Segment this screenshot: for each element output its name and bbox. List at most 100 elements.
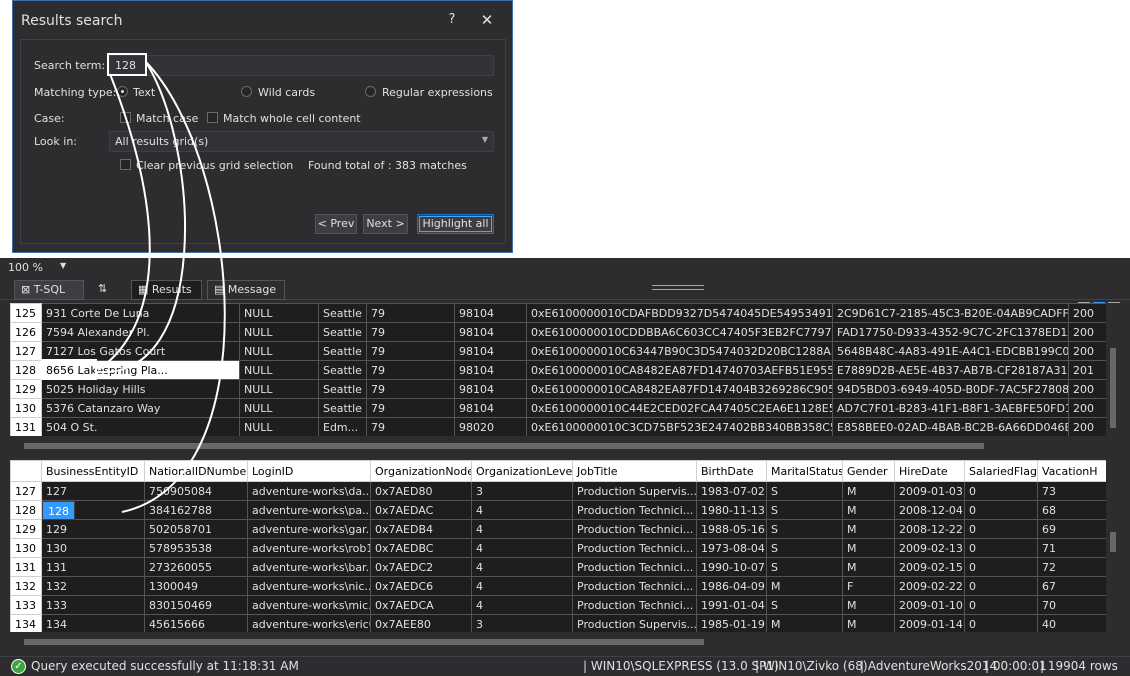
table-cell[interactable]: 1988-05-16 xyxy=(696,519,767,539)
table-cell[interactable]: 1986-04-09 xyxy=(696,576,767,596)
table-cell[interactable]: 0 xyxy=(964,557,1038,577)
table-row[interactable]: 128 128 384162788 adventure-works\pa... 0x7A… xyxy=(10,500,1106,520)
table-cell[interactable]: 0xE6100000010CDAFBDD9327D5474045DE549534… xyxy=(526,303,833,323)
table-cell[interactable]: 0xE6100000010C44E2CED02FCA47405C2EA6E112… xyxy=(526,398,833,418)
table-cell[interactable]: Seattle xyxy=(318,398,367,418)
table-cell[interactable]: 79 xyxy=(366,322,455,342)
table-cell[interactable]: FAD17750-D933-4352-9C7C-2FC1378ED1A6 xyxy=(832,322,1069,342)
table-cell[interactable]: 200 xyxy=(1068,379,1106,399)
table-cell[interactable]: Production Technici... xyxy=(572,576,697,596)
table-cell[interactable]: 70 xyxy=(1037,595,1106,615)
row-number[interactable]: 129 xyxy=(10,379,42,399)
table-cell[interactable]: 98104 xyxy=(454,398,527,418)
row-number[interactable]: 127 xyxy=(10,481,42,501)
row-number[interactable]: 128 xyxy=(10,500,42,520)
table-cell[interactable]: 384162788 xyxy=(144,500,248,520)
column-header[interactable]: JobTitle xyxy=(572,460,697,482)
table-cell[interactable]: 79 xyxy=(366,360,455,380)
next-button[interactable]: Next > xyxy=(363,214,408,234)
table-row[interactable]: 133 133 830150469 adventure-works\mic... 0x7… xyxy=(10,595,1106,615)
table-cell[interactable]: 2009-01-10 xyxy=(894,595,965,615)
column-header[interactable]: OrganizationNode xyxy=(370,460,472,482)
row-number[interactable]: 133 xyxy=(10,595,42,615)
table-cell[interactable]: M xyxy=(842,481,895,501)
table-cell[interactable]: 45615666 xyxy=(144,614,248,632)
table-cell[interactable]: M xyxy=(842,500,895,520)
clear-prev-checkbox[interactable] xyxy=(120,159,131,170)
table-cell[interactable]: 200 xyxy=(1068,341,1106,361)
table-cell[interactable]: 2008-12-22 xyxy=(894,519,965,539)
table-cell[interactable]: 0x7AEE80 xyxy=(370,614,472,632)
table-cell[interactable]: 7127 Los Gatos Court xyxy=(41,341,240,361)
table-cell[interactable]: 98104 xyxy=(454,360,527,380)
table-cell[interactable]: 2009-01-14 xyxy=(894,614,965,632)
table-cell[interactable]: 0xE6100000010CA8482EA87FD147404B3269286C… xyxy=(526,379,833,399)
table-cell[interactable]: 79 xyxy=(366,341,455,361)
column-header[interactable]: BirthDate xyxy=(696,460,767,482)
row-number[interactable]: 131 xyxy=(10,557,42,577)
table-cell[interactable]: Seattle xyxy=(318,341,367,361)
table-cell[interactable]: Edm... xyxy=(318,417,367,436)
table-cell[interactable]: 750905084 xyxy=(144,481,248,501)
table-cell[interactable]: 128 xyxy=(42,501,75,520)
table-cell[interactable]: M xyxy=(766,576,843,596)
table-cell[interactable]: NULL xyxy=(239,322,319,342)
table-row[interactable]: 125 931 Corte De Luna NULL Seattle 79 98104 0x… xyxy=(10,303,1106,323)
table-cell[interactable]: F xyxy=(842,576,895,596)
table-cell[interactable]: 79 xyxy=(366,398,455,418)
table-cell[interactable]: 830150469 xyxy=(144,595,248,615)
row-number[interactable]: 130 xyxy=(10,538,42,558)
column-header[interactable]: VacationH xyxy=(1037,460,1106,482)
column-header[interactable]: NationalIDNumber xyxy=(144,460,248,482)
table-cell[interactable]: 0x7AEDAC xyxy=(370,500,472,520)
row-number[interactable]: 134 xyxy=(10,614,42,632)
prev-button[interactable]: < Prev xyxy=(315,214,357,234)
row-number[interactable]: 130 xyxy=(10,398,42,418)
table-cell[interactable]: 5648B48C-4A83-491E-A4C1-EDCBB199C0FD xyxy=(832,341,1069,361)
table-cell[interactable]: Production Technici... xyxy=(572,500,697,520)
table-cell[interactable]: 134 xyxy=(41,614,145,632)
table-cell[interactable]: NULL xyxy=(239,303,319,323)
table-cell[interactable]: 98104 xyxy=(454,303,527,323)
tab-results[interactable]: ▦ Results xyxy=(131,280,202,300)
table-cell[interactable]: M xyxy=(842,614,895,632)
table-cell[interactable]: 2C9D61C7-2185-45C3-B20E-04AB9CADFF7A xyxy=(832,303,1069,323)
table-row[interactable]: 128 8656 Lakespring Pla... NULL Seattle 79 98… xyxy=(10,360,1106,380)
table-cell[interactable]: NULL xyxy=(239,417,319,436)
table-cell[interactable]: 273260055 xyxy=(144,557,248,577)
table-cell[interactable]: 3 xyxy=(471,614,573,632)
table-cell[interactable]: 201 xyxy=(1068,360,1106,380)
table-cell[interactable]: 0x7AEDBC xyxy=(370,538,472,558)
grid2-vscroll[interactable] xyxy=(1106,460,1120,632)
table-cell[interactable]: 130 xyxy=(41,538,145,558)
column-header[interactable]: HireDate xyxy=(894,460,965,482)
table-row[interactable]: 131 131 273260055 adventure-works\bar... 0x7… xyxy=(10,557,1106,577)
table-cell[interactable]: 4 xyxy=(471,538,573,558)
table-cell[interactable]: 5376 Catanzaro Way xyxy=(41,398,240,418)
match-regex-radio[interactable] xyxy=(365,86,376,97)
results-grid-2[interactable]: BusinessEntityID NationalIDNumber LoginID O… xyxy=(10,460,1106,632)
row-number[interactable]: 132 xyxy=(10,576,42,596)
table-row[interactable]: 130 5376 Catanzaro Way NULL Seattle 79 98104 0… xyxy=(10,398,1106,418)
table-cell[interactable]: 0x7AEDB4 xyxy=(370,519,472,539)
table-cell[interactable]: 200 xyxy=(1068,417,1106,436)
column-header[interactable]: BusinessEntityID xyxy=(41,460,145,482)
table-cell[interactable]: 4 xyxy=(471,576,573,596)
table-cell[interactable]: 1983-07-02 xyxy=(696,481,767,501)
table-cell[interactable]: 129 xyxy=(41,519,145,539)
table-cell[interactable]: 502058701 xyxy=(144,519,248,539)
table-cell[interactable]: 1991-01-04 xyxy=(696,595,767,615)
table-cell[interactable]: 504 O St. xyxy=(41,417,240,436)
table-cell[interactable]: 79 xyxy=(366,417,455,436)
table-cell[interactable]: 98104 xyxy=(454,379,527,399)
row-number[interactable]: 126 xyxy=(10,322,42,342)
table-cell[interactable]: 200 xyxy=(1068,322,1106,342)
table-cell[interactable]: Seattle xyxy=(318,322,367,342)
tab-tsql[interactable]: ⊠ T-SQL xyxy=(14,280,84,300)
table-cell[interactable]: 4 xyxy=(471,519,573,539)
table-cell[interactable]: 1973-08-04 xyxy=(696,538,767,558)
table-cell[interactable]: AD7C7F01-B283-41F1-B8F1-3AEBFE50FD18 xyxy=(832,398,1069,418)
table-cell[interactable]: 1980-11-13 xyxy=(696,500,767,520)
table-cell[interactable]: 0 xyxy=(964,576,1038,596)
table-row[interactable]: 126 7594 Alexander Pl. NULL Seattle 79 98104 0… xyxy=(10,322,1106,342)
